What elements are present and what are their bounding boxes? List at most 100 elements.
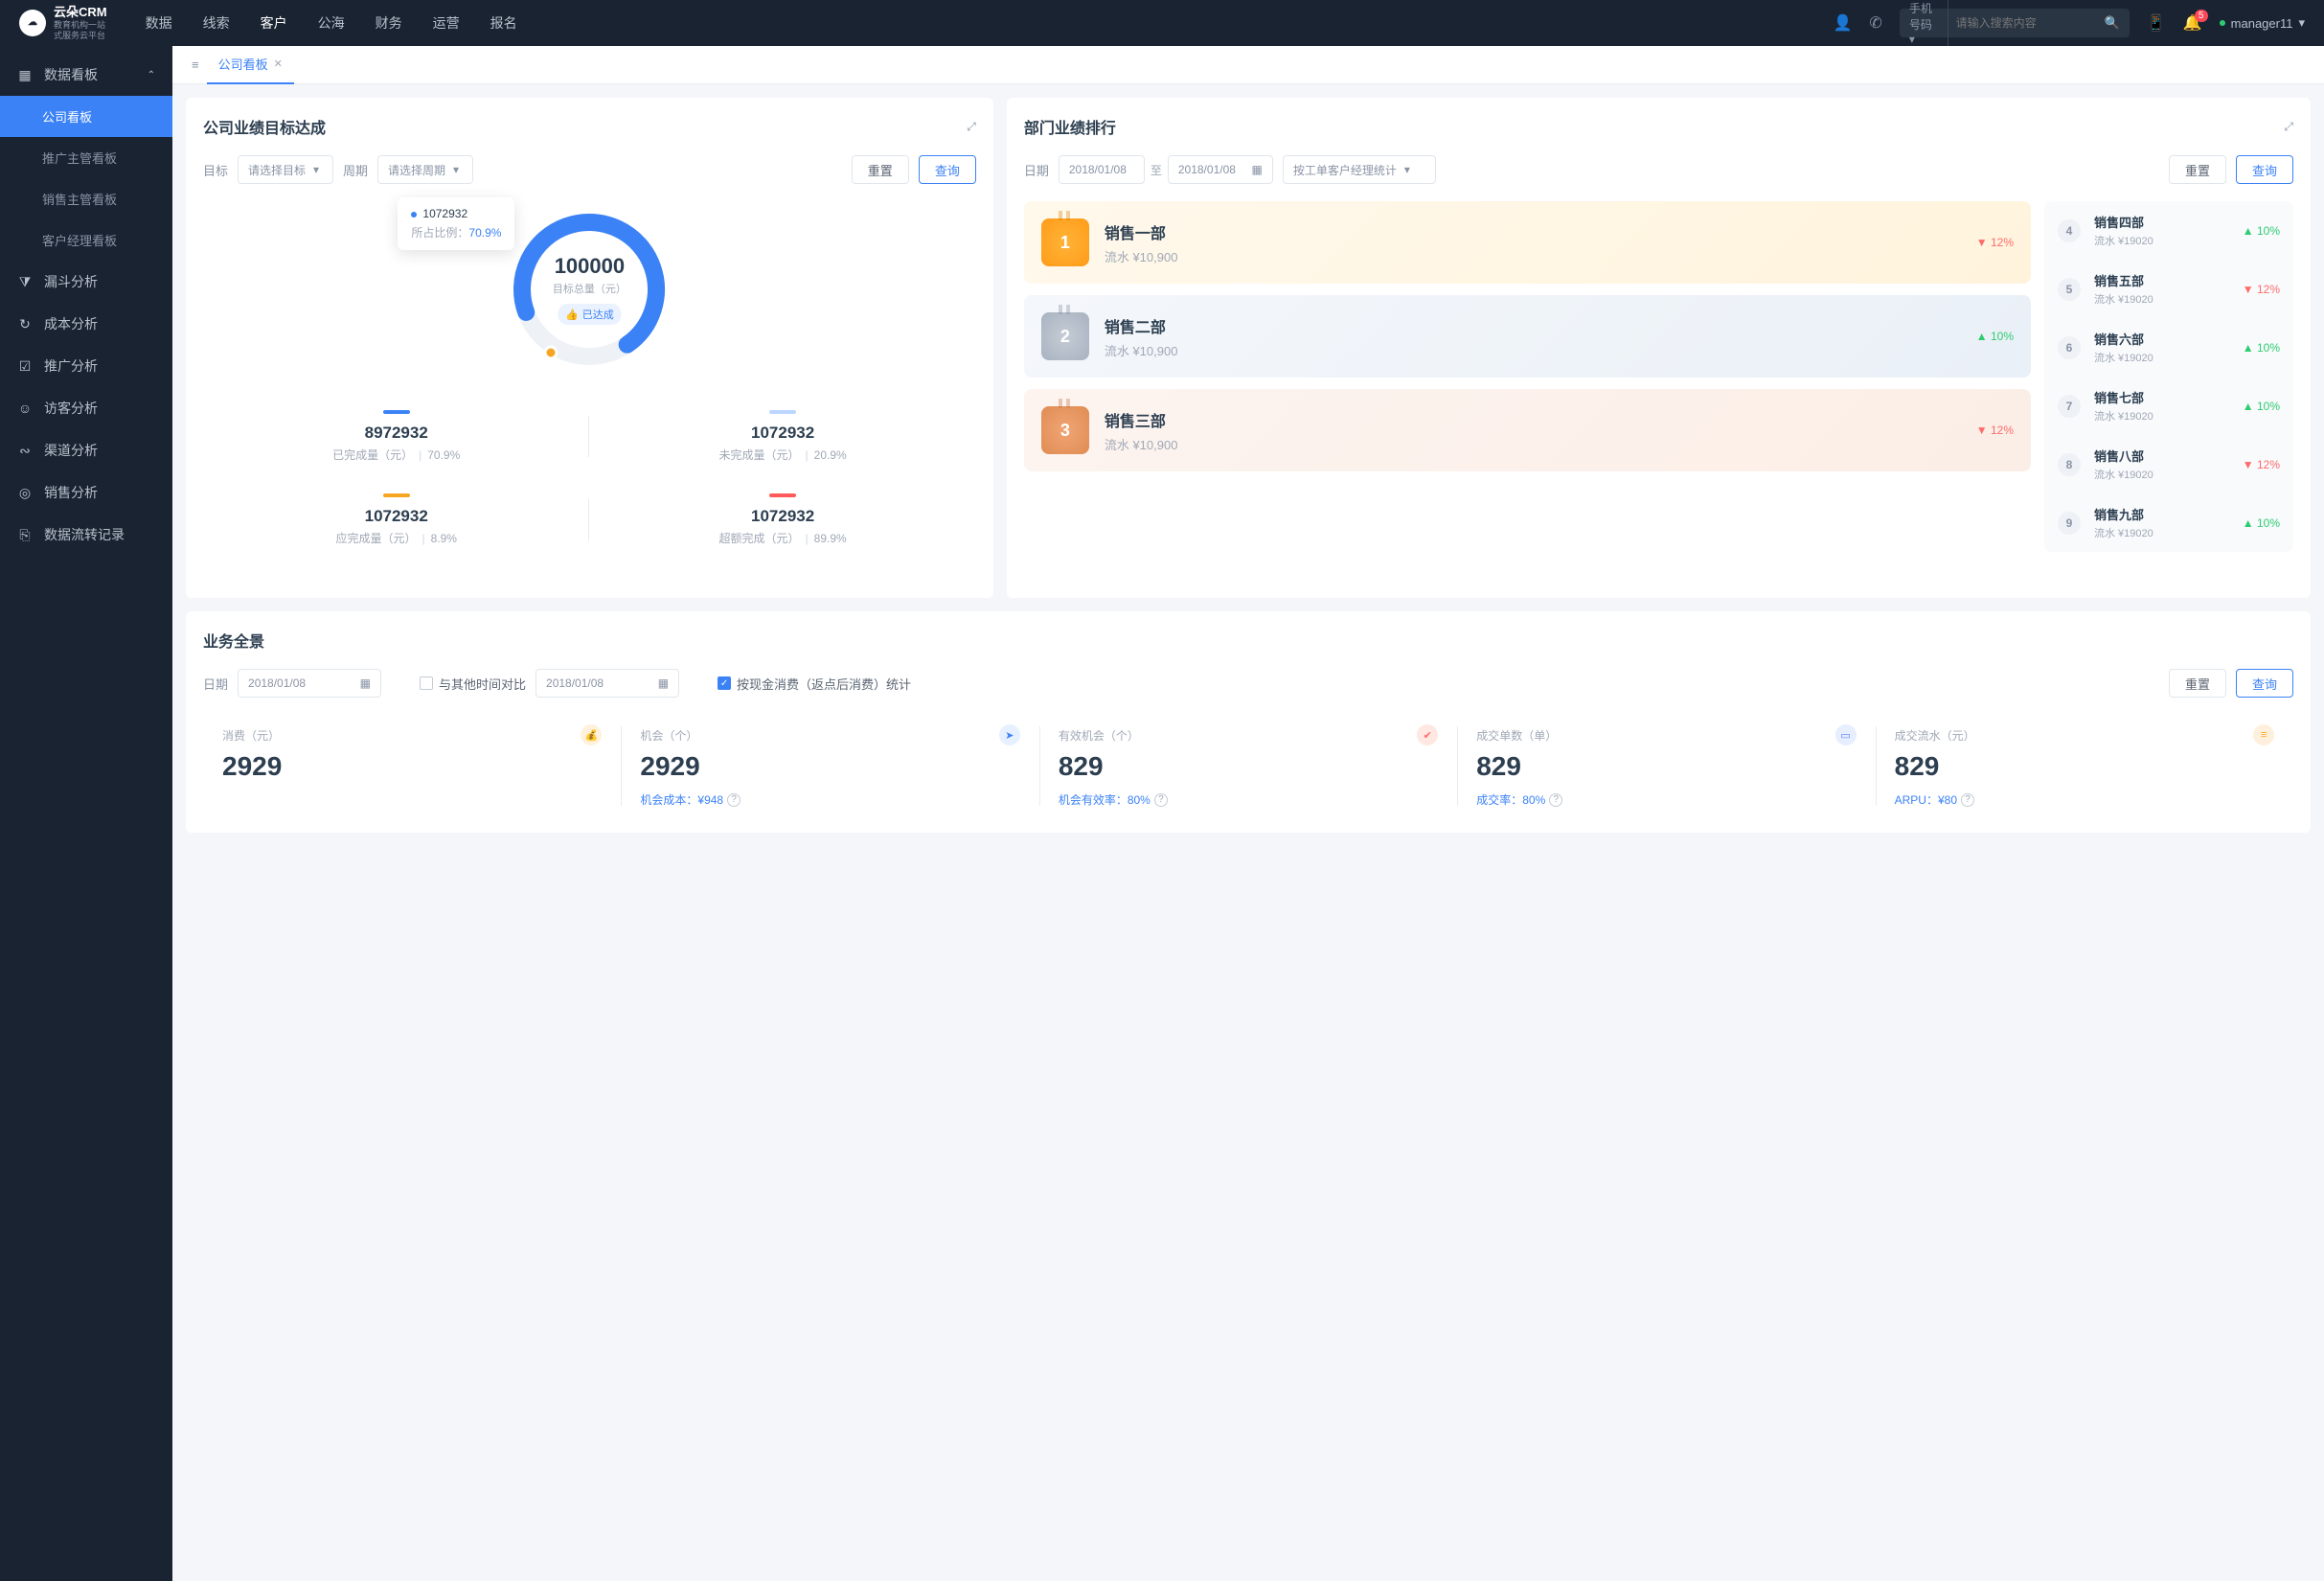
overview-date-input[interactable]: 2018/01/08▦ (238, 669, 381, 698)
phone-icon[interactable]: ✆ (1869, 13, 1881, 33)
logo-brand: 云朵CRM (54, 5, 107, 20)
overview-metric: 成交单数（单）▭829成交率：80% ? (1457, 717, 1875, 815)
period-select[interactable]: 请选择周期▾ (377, 155, 473, 184)
rank-position: 7 (2058, 395, 2081, 418)
rank-position: 9 (2058, 512, 2081, 535)
help-icon[interactable]: ? (727, 793, 740, 807)
rank-card: 1销售一部流水 ¥10,900▼ 12% (1024, 201, 2031, 284)
statby-select[interactable]: 按工单客户经理统计▾ (1283, 155, 1436, 184)
device-icon[interactable]: 📱 (2147, 13, 2166, 33)
collapse-icon[interactable]: ≡ (184, 54, 207, 76)
sidebar-sub-item[interactable]: 推广主管看板 (0, 137, 172, 178)
topbar: ☁ 云朵CRM 教育机构一站式服务云平台 数据线索客户公海财务运营报名 👤 ✆ … (0, 0, 2324, 46)
status-badge: 👍已达成 (558, 304, 622, 325)
medal-icon: 1 (1041, 218, 1089, 266)
sidebar-item-icon: ☑ (17, 358, 33, 375)
query-button[interactable]: 查询 (2236, 155, 2293, 184)
chevron-up-icon: ⌃ (148, 70, 155, 80)
sidebar-item[interactable]: ☑推广分析 (0, 345, 172, 387)
medal-icon: 3 (1041, 406, 1089, 454)
rank-position: 4 (2058, 219, 2081, 242)
notif-badge: 5 (2195, 10, 2208, 22)
help-icon[interactable]: ? (1154, 793, 1168, 807)
logo: ☁ 云朵CRM 教育机构一站式服务云平台 (19, 5, 107, 40)
search-type-select[interactable]: 手机号码 ▾ (1909, 0, 1948, 46)
sidebar-item[interactable]: ☺访客分析 (0, 387, 172, 429)
metric-sub: 成交率：80% ? (1476, 791, 1856, 808)
topnav-item[interactable]: 线索 (203, 13, 230, 33)
user-menu[interactable]: manager11 ▾ (2220, 15, 2305, 31)
overview-metric: 有效机会（个）✔829机会有效率：80% ? (1039, 717, 1457, 815)
date-to-input[interactable]: 2018/01/08▦ (1168, 155, 1273, 184)
topnav-item[interactable]: 报名 (490, 13, 517, 33)
topnav-item[interactable]: 数据 (146, 13, 172, 33)
metric-icon: ≡ (2253, 724, 2274, 745)
help-icon[interactable]: ? (1961, 793, 1974, 807)
date-from-input[interactable]: 2018/01/08 (1059, 155, 1145, 184)
overview-metric: 消费（元）💰2929 (203, 717, 621, 815)
rank-row: 8销售八部流水 ¥19020▼ 12% (2044, 435, 2293, 493)
dashboard-icon: ▦ (17, 67, 33, 83)
calendar-icon: ▦ (360, 676, 371, 690)
topnav-item[interactable]: 财务 (376, 13, 402, 33)
sidebar-item-icon: ↻ (17, 316, 33, 332)
sidebar-item-icon: ⎘ (17, 527, 33, 543)
tab-company-board[interactable]: 公司看板 ✕ (207, 45, 294, 84)
sidebar-group-dashboard[interactable]: ▦ 数据看板 ⌃ (0, 54, 172, 96)
status-dot (2220, 20, 2225, 26)
rank-card: 部门业绩排行 ⤢ 日期 2018/01/08 至 2018/01/08▦ 按工单… (1007, 98, 2311, 598)
sidebar-item[interactable]: ↻成本分析 (0, 303, 172, 345)
delta-badge: ▲ 10% (2243, 224, 2280, 238)
sidebar-item[interactable]: ⎘数据流转记录 (0, 514, 172, 556)
search-input[interactable] (1956, 16, 2105, 30)
sidebar-item[interactable]: ⧩漏斗分析 (0, 261, 172, 303)
stat-cell: 1072932超额完成（元）|89.9% (589, 478, 975, 561)
donut-chart: 1072932 所占比例：70.9% 100000 目标总量（元） (503, 203, 675, 376)
query-button[interactable]: 查询 (919, 155, 976, 184)
stat-cell: 1072932应完成量（元）|8.9% (203, 478, 589, 561)
query-button[interactable]: 查询 (2236, 669, 2293, 698)
goal-card: 公司业绩目标达成 ⤢ 目标 请选择目标▾ 周期 请选择周期▾ 重置 查询 (186, 98, 993, 598)
metric-icon: ✔ (1417, 724, 1438, 745)
compare-date-input[interactable]: 2018/01/08▦ (535, 669, 679, 698)
bell-icon[interactable]: 🔔5 (2183, 13, 2202, 33)
username: manager11 (2231, 16, 2293, 31)
target-select[interactable]: 请选择目标▾ (238, 155, 333, 184)
overview-metric: 机会（个）➤2929机会成本：¥948 ? (621, 717, 1038, 815)
topnav-item[interactable]: 客户 (261, 13, 287, 33)
overview-metric: 成交流水（元）≡829ARPU：¥80 ? (1876, 717, 2293, 815)
chart-tooltip: 1072932 所占比例：70.9% (398, 197, 514, 250)
calendar-icon: ▦ (1252, 163, 1263, 176)
rank-row: 9销售九部流水 ¥19020▲ 10% (2044, 493, 2293, 552)
stat-cell: 8972932已完成量（元）|70.9% (203, 395, 589, 478)
sidebar-item[interactable]: ∾渠道分析 (0, 429, 172, 471)
sidebar-sub-item[interactable]: 客户经理看板 (0, 219, 172, 261)
topnav-item[interactable]: 公海 (318, 13, 345, 33)
close-icon[interactable]: ✕ (274, 57, 283, 70)
calendar-icon: ▦ (658, 676, 669, 690)
card-title: 部门业绩排行 (1024, 115, 1116, 138)
expand-icon[interactable]: ⤢ (967, 120, 976, 134)
compare-checkbox[interactable]: 与其他时间对比 (420, 675, 526, 693)
sidebar-item[interactable]: ◎销售分析 (0, 471, 172, 514)
topnav-item[interactable]: 运营 (433, 13, 460, 33)
reset-button[interactable]: 重置 (2169, 669, 2226, 698)
search-icon[interactable]: 🔍 (2105, 15, 2120, 31)
stat-cell: 1072932未完成量（元）|20.9% (589, 395, 975, 478)
sidebar-sub-item[interactable]: 销售主管看板 (0, 178, 172, 219)
sidebar-item-icon: ◎ (17, 485, 33, 501)
byspend-checkbox[interactable]: ✓按现金消费（返点后消费）统计 (718, 675, 911, 693)
sidebar-item-icon: ⧩ (17, 274, 33, 290)
reset-button[interactable]: 重置 (852, 155, 909, 184)
overview-card: 业务全景 日期 2018/01/08▦ 与其他时间对比 2018/01/08▦ … (186, 611, 2311, 833)
person-icon[interactable]: 👤 (1833, 13, 1852, 33)
topnav: 数据 线索 客户 公海 财务 运营 报名 (146, 13, 517, 33)
expand-icon[interactable]: ⤢ (2284, 120, 2293, 134)
rank-card: 2销售二部流水 ¥10,900▲ 10% (1024, 295, 2031, 378)
help-icon[interactable]: ? (1549, 793, 1562, 807)
delta-badge: ▲ 10% (1976, 330, 2014, 343)
medal-icon: 2 (1041, 312, 1089, 360)
sidebar-sub-item[interactable]: 公司看板 (0, 96, 172, 137)
reset-button[interactable]: 重置 (2169, 155, 2226, 184)
metric-icon: 💰 (581, 724, 602, 745)
